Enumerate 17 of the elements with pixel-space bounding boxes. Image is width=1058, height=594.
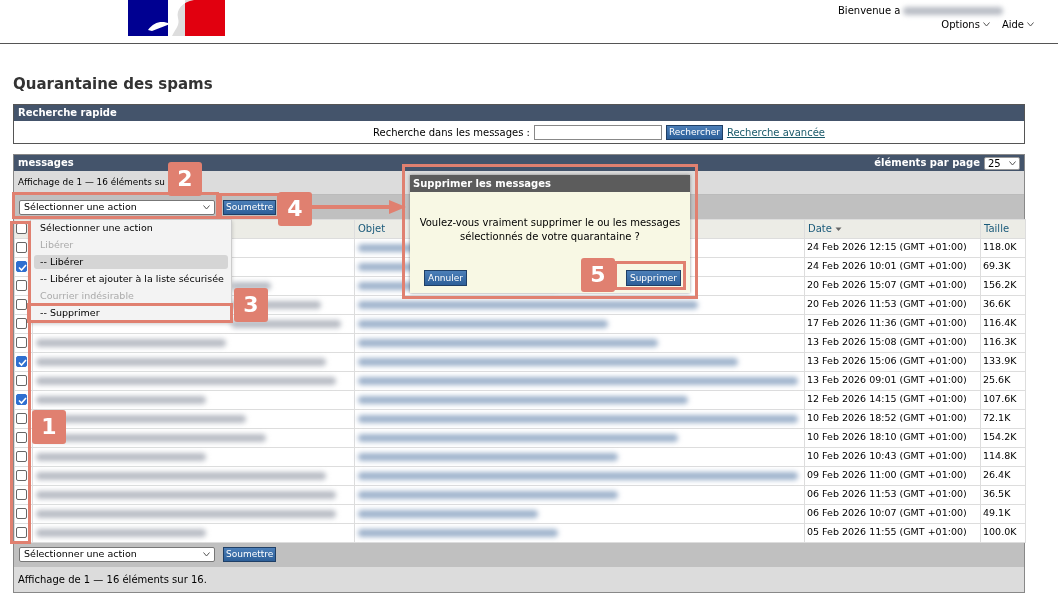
welcome-text: Bienvenue a	[838, 4, 901, 18]
panel-header: Recherche rapide	[14, 105, 1024, 121]
search-label: Recherche dans les messages :	[373, 125, 530, 140]
callout-number: 2	[168, 162, 202, 196]
callout-number: 1	[32, 410, 66, 444]
callout-number: 3	[234, 288, 268, 322]
menu-group-label: Courrier indésirable	[39, 289, 135, 303]
page-title: Quarantaine des spams	[13, 74, 214, 95]
menu-group-label: Libérer	[39, 238, 75, 252]
summary-text: Affichage de 1 — 16 éléments sur 16.	[18, 572, 207, 587]
summary-text: Affichage de 1 — 16 éléments su	[18, 175, 165, 189]
callout-number: 4	[278, 192, 312, 226]
callout-number: 5	[581, 258, 615, 292]
per-page-label: éléments par page	[874, 156, 980, 170]
panel-title: messages	[18, 156, 74, 170]
dialog-message: Voulez-vous vraiment supprimer le ou les messages sélectionnés de votre quarantaine ?	[418, 216, 682, 244]
dialog-title: Supprimer les messages	[410, 175, 690, 192]
